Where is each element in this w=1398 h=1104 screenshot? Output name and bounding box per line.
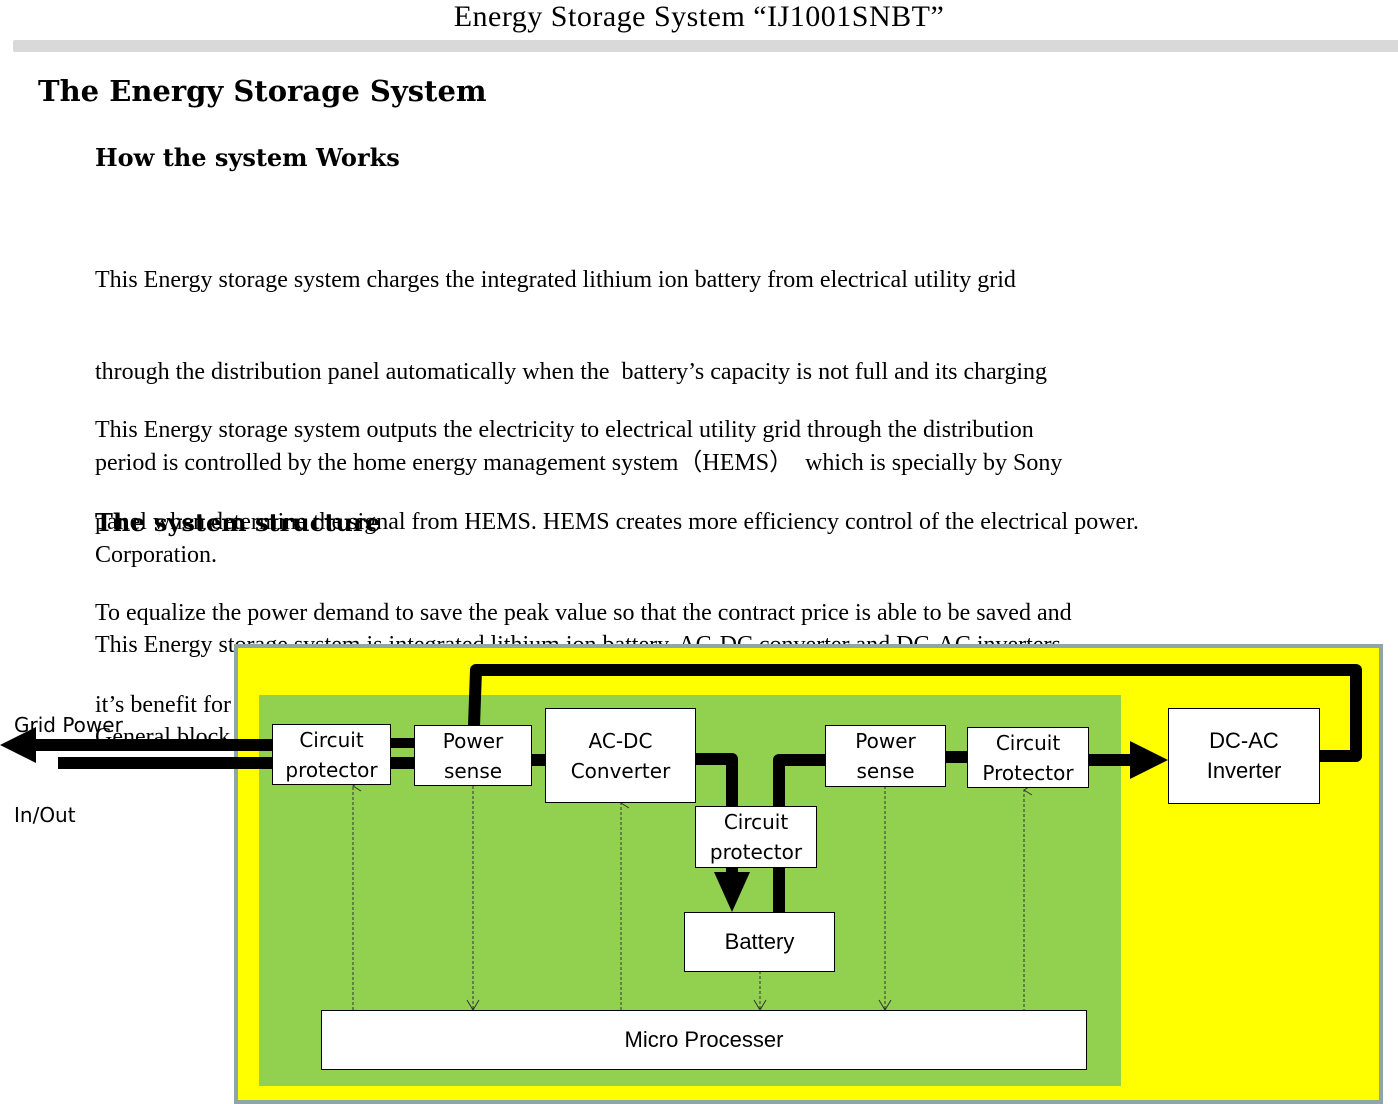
power-sense-right-block: Power sense: [825, 725, 946, 787]
dc-ac-inverter-block: DC-AC Inverter: [1168, 708, 1320, 804]
block-label: AC-DC: [588, 728, 653, 753]
power-sense-left-block: Power sense: [414, 725, 532, 786]
block-label: Micro Processer: [624, 1027, 784, 1052]
block-label: Circuit: [299, 727, 364, 752]
block-label: Inverter: [1206, 758, 1282, 783]
block-label: Circuit: [995, 730, 1061, 755]
block-label: Battery: [724, 929, 795, 954]
block-label: protector: [285, 757, 378, 782]
block-label: Converter: [570, 758, 671, 783]
circuit-protector-center-block: Circuit protector: [695, 806, 817, 868]
block-label: protector: [709, 840, 803, 864]
circuit-protector-left-block: Circuit protector: [272, 724, 391, 785]
battery-block: Battery: [684, 912, 835, 972]
grid-output-arrowhead: [0, 727, 36, 763]
circuit-protector-right-block: Circuit Protector: [967, 727, 1089, 788]
block-label: Circuit: [723, 810, 789, 834]
block-label: sense: [443, 758, 503, 783]
ac-dc-converter-block: AC-DC Converter: [545, 708, 696, 803]
micro-processer-block: Micro Processer: [321, 1010, 1087, 1070]
block-label: Power: [855, 729, 916, 753]
block-label: DC-AC: [1209, 728, 1279, 753]
block-label: Protector: [982, 760, 1074, 785]
block-label: Power: [442, 728, 504, 753]
block-label: sense: [856, 759, 915, 783]
